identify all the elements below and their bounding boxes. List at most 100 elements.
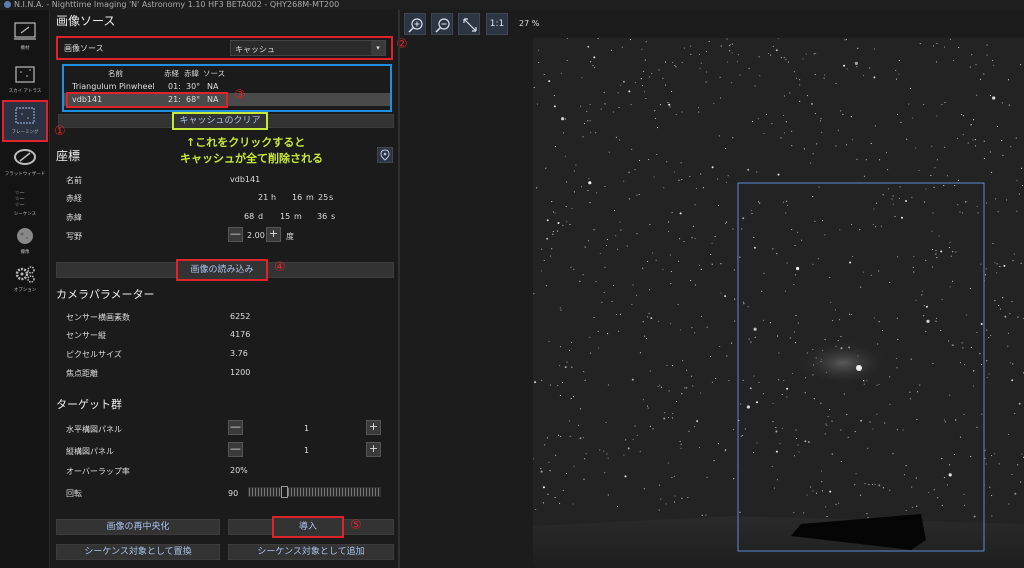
annotation-number-4: ④ xyxy=(274,260,286,275)
annotation-box-2 xyxy=(56,36,393,60)
vpanels-decrement-button[interactable]: — xyxy=(228,442,243,457)
image-toolbar: 1:1 27 % xyxy=(400,10,1024,38)
hpanels-decrement-button[interactable]: — xyxy=(228,420,243,435)
zoom-in-button[interactable] xyxy=(404,13,426,35)
fit-icon xyxy=(463,18,477,32)
ra-seconds[interactable]: 25 xyxy=(318,193,328,202)
fov-increment-button[interactable]: + xyxy=(266,227,281,242)
horizontal-panels-label: 水平構図パネル xyxy=(66,425,122,434)
overlap-value[interactable]: 20% xyxy=(230,466,248,475)
rotation-slider[interactable] xyxy=(248,486,381,498)
nav-label: 機材 xyxy=(20,45,30,51)
annotation-note-line2: キャッシュが全て削除される xyxy=(180,152,323,165)
one-to-one-button[interactable]: 1:1 xyxy=(486,13,508,35)
zoom-out-icon xyxy=(435,18,450,33)
nav-label: 撮像 xyxy=(20,249,30,255)
coordinates-title: 座標 xyxy=(56,149,81,163)
app-logo-icon xyxy=(4,1,11,8)
name-value[interactable]: vdb141 xyxy=(230,175,260,184)
table-row[interactable]: Triangulum Pinwheel 01: 30° NA xyxy=(64,80,390,92)
panel-divider[interactable] xyxy=(398,10,400,568)
dec-degrees-unit: d xyxy=(258,212,264,221)
ra-hours[interactable]: 21 xyxy=(258,193,268,202)
locate-button[interactable] xyxy=(377,147,393,163)
dec-degrees[interactable]: 68 xyxy=(244,212,254,221)
annotation-number-5: ⑤ xyxy=(350,518,362,533)
dec-minutes[interactable]: 15 xyxy=(280,212,290,221)
fov-value[interactable]: 2.00 xyxy=(247,231,265,240)
sky-atlas-icon xyxy=(15,66,35,83)
horizontal-panels-value[interactable]: 1 xyxy=(304,424,309,433)
image-canvas[interactable] xyxy=(533,38,1024,568)
hpanels-increment-button[interactable]: + xyxy=(366,420,381,435)
ra-minutes-unit: m xyxy=(306,193,314,202)
svg-text:☆—: ☆— xyxy=(15,202,24,208)
nav-framing[interactable]: フレーミング xyxy=(2,100,48,142)
vertical-panels-value[interactable]: 1 xyxy=(304,446,309,455)
focal-length-label: 焦点距離 xyxy=(66,369,98,378)
zoom-level: 27 % xyxy=(519,19,540,28)
vertical-panels-label: 縦構図パネル xyxy=(66,447,114,456)
cell-dec: 30° xyxy=(186,82,201,91)
side-navigation: 機材 スカイ アトラス フレーミング フラットウィザード ☆— ☆— ☆— シーケン… xyxy=(0,10,50,568)
load-image-button[interactable]: 画像の読み込み xyxy=(176,259,268,281)
nav-label: フレーミング xyxy=(11,129,39,135)
sequence-icon: ☆—☆—☆— xyxy=(15,190,24,208)
ra-label: 赤経 xyxy=(66,194,82,203)
annotation-number-1: ① xyxy=(54,124,66,139)
cell-source: NA xyxy=(207,82,219,91)
rotation-label: 回転 xyxy=(66,489,82,498)
dec-seconds-unit: s xyxy=(331,212,336,221)
annotation-box-3 xyxy=(66,92,228,108)
cell-name: Triangulum Pinwheel xyxy=(72,82,155,91)
gear-icon xyxy=(15,266,35,283)
fov-decrement-button[interactable]: — xyxy=(228,227,243,242)
map-pin-icon xyxy=(380,149,390,161)
fov-label: 写野 xyxy=(66,232,82,241)
image-source-title: 画像ソース xyxy=(56,14,116,28)
name-label: 名前 xyxy=(66,176,82,185)
pixel-size-value[interactable]: 3.76 xyxy=(230,349,248,358)
title-bar: N.I.N.A. - Nighttime Imaging 'N' Astrono… xyxy=(0,0,1024,10)
add-as-sequence-target-button[interactable]: シーケンス対象として追加 xyxy=(228,544,394,560)
col-header-source: ソース xyxy=(203,69,226,78)
ra-seconds-unit: s xyxy=(329,193,334,202)
targets-title: ターゲット群 xyxy=(56,398,122,411)
nav-sequence[interactable]: ☆— ☆— ☆— シーケンス xyxy=(2,184,48,226)
framing-panel: 画像ソース 画像ソース キャッシュ ▾ ② 名前 赤経 赤緯 ソース Trian… xyxy=(50,10,408,568)
nav-label: フラットウィザード xyxy=(4,171,46,177)
nav-sky-atlas[interactable]: スカイ アトラス xyxy=(2,61,48,103)
star-field-image xyxy=(533,38,1024,568)
nav-options[interactable]: オプション xyxy=(2,260,48,302)
fov-unit: 度 xyxy=(286,232,294,241)
sensor-height-value[interactable]: 4176 xyxy=(230,330,250,339)
dec-label: 赤緯 xyxy=(66,213,82,222)
annotation-number-3: ③ xyxy=(234,88,246,103)
pixel-size-label: ピクセルサイズ xyxy=(66,350,122,359)
sensor-width-value[interactable]: 6252 xyxy=(230,312,250,321)
sensor-height-label: センサー縦 xyxy=(66,331,106,340)
fit-to-screen-button[interactable] xyxy=(458,13,480,35)
rotation-slider-handle[interactable] xyxy=(281,486,288,498)
framing-icon xyxy=(15,107,35,124)
ra-minutes[interactable]: 16 xyxy=(292,193,302,202)
zoom-out-button[interactable] xyxy=(431,13,453,35)
nav-equipment[interactable]: 機材 xyxy=(2,18,48,60)
dec-seconds[interactable]: 36 xyxy=(317,212,327,221)
nav-imaging[interactable]: 撮像 xyxy=(2,222,48,264)
nav-label: シーケンス xyxy=(13,211,37,217)
flat-wizard-icon xyxy=(14,149,36,165)
sensor-width-label: センサー横画素数 xyxy=(66,313,130,322)
focal-length-value[interactable]: 1200 xyxy=(230,368,250,377)
vpanels-increment-button[interactable]: + xyxy=(366,442,381,457)
recenter-image-button[interactable]: 画像の再中央化 xyxy=(56,519,220,535)
imaging-icon xyxy=(17,228,33,244)
nav-label: スカイ アトラス xyxy=(8,88,42,94)
nav-flat-wizard[interactable]: フラットウィザード xyxy=(2,144,48,186)
import-button[interactable]: 導入 xyxy=(272,516,344,538)
cell-ra: 01: xyxy=(168,82,181,91)
clear-cache-button[interactable]: キャッシュのクリア xyxy=(172,112,268,130)
col-header-ra: 赤経 xyxy=(164,69,179,78)
replace-as-sequence-target-button[interactable]: シーケンス対象として置換 xyxy=(56,544,220,560)
rotation-value[interactable]: 90 xyxy=(228,489,238,498)
